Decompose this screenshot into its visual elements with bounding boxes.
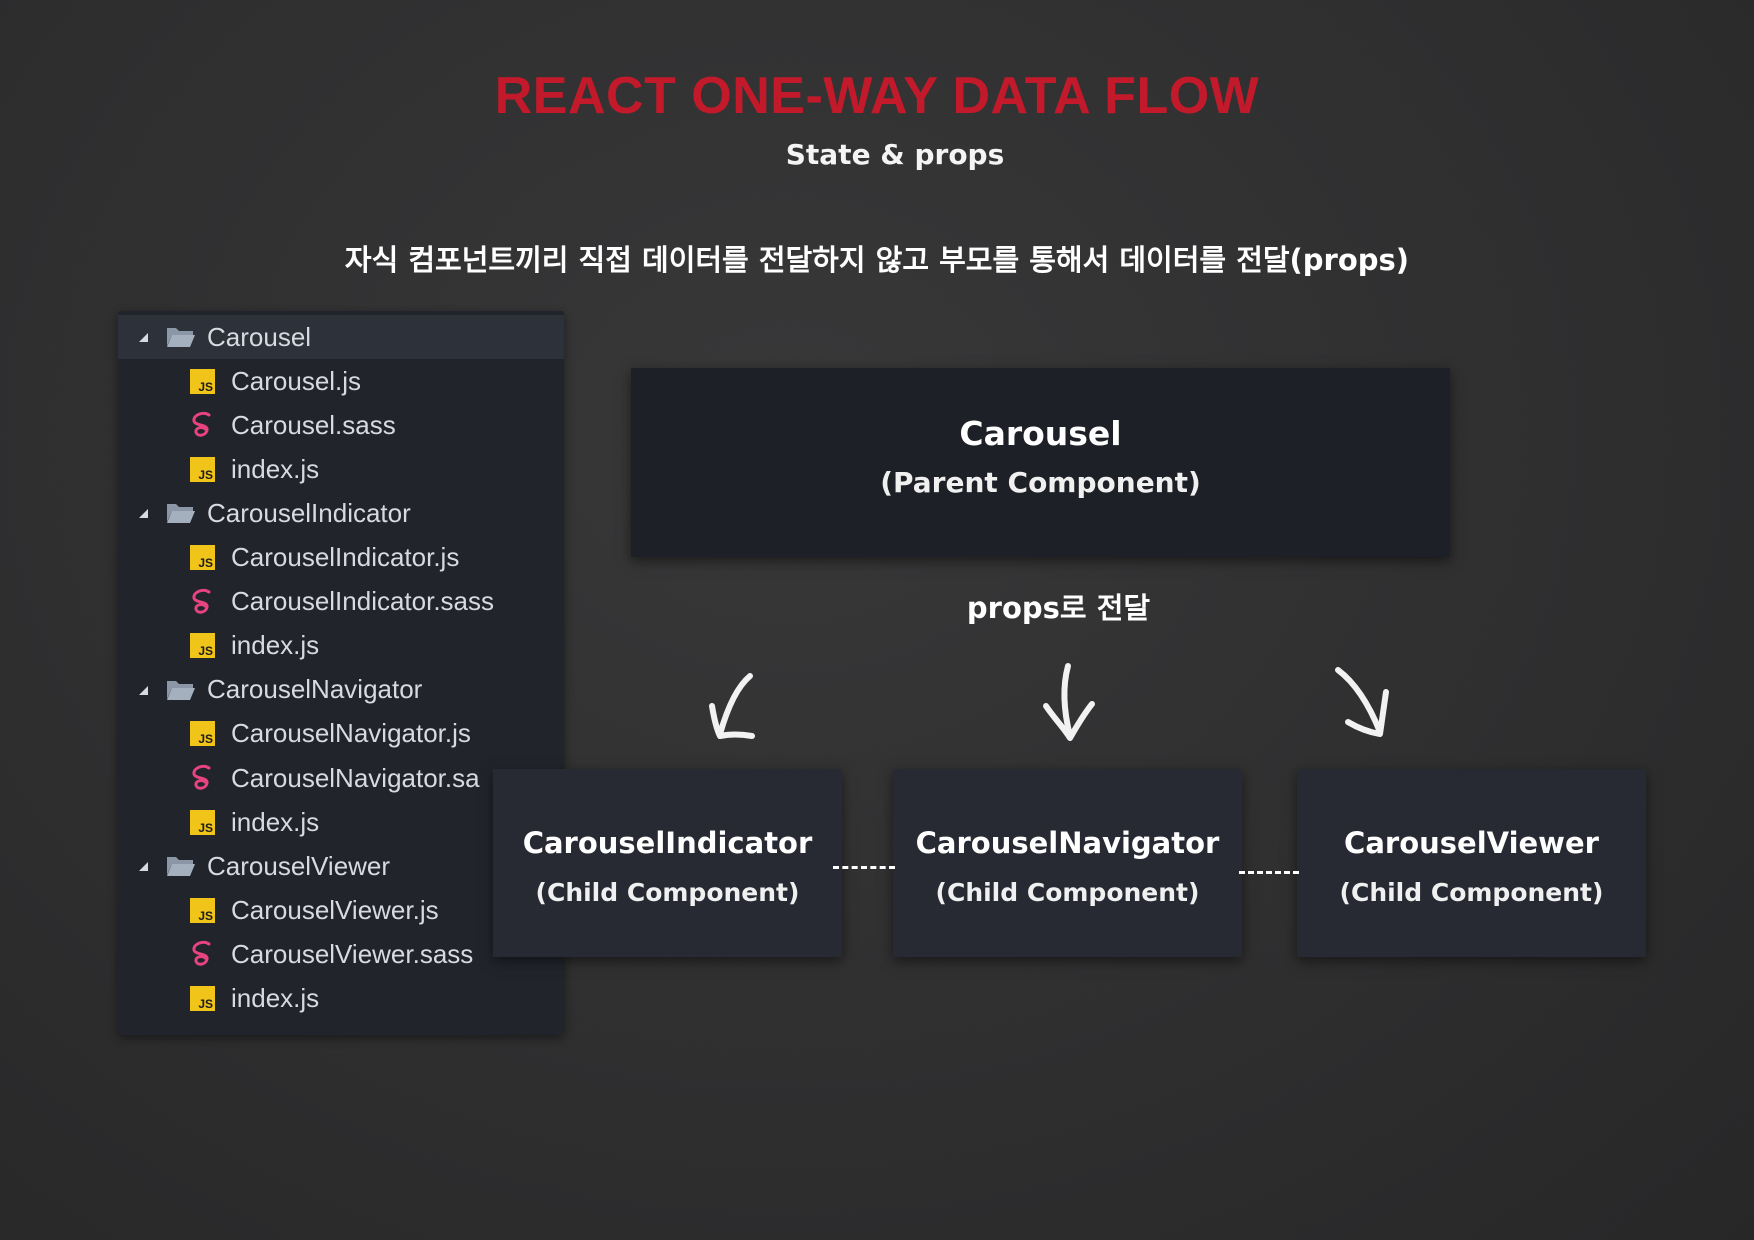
tree-folder-item[interactable]: CarouselIndicator [118,491,564,535]
tree-file-item[interactable]: JS CarouselIndicator.js [118,536,564,580]
js-file-icon: JS [190,800,215,844]
tree-file-item[interactable]: JS index.js [118,977,564,1021]
folder-label: CarouselIndicator [207,497,411,528]
file-label: CarouselNavigator.js [231,718,471,749]
page-subtitle: State & props [785,138,1005,171]
tree-file-item[interactable]: JS Carousel.js [118,359,564,403]
file-label: CarouselViewer.js [231,894,439,925]
child-component-title: CarouselViewer [1344,826,1599,860]
child-component-box-navigator: CarouselNavigator (Child Component) [893,769,1242,957]
file-label: CarouselIndicator.js [231,542,460,572]
sass-file-icon [190,580,216,624]
props-flow-label: props로 전달 [966,591,1151,625]
file-label: index.js [231,983,320,1013]
tree-file-item[interactable]: JS index.js [118,447,564,491]
file-label: index.js [231,630,320,661]
tree-file-item[interactable]: CarouselIndicator.sass [118,580,564,624]
folder-open-icon [166,668,196,712]
folder-open-icon [166,491,196,535]
child-component-subtitle: (Child Component) [1339,878,1604,907]
tree-folder-item[interactable]: Carousel [118,315,564,359]
js-file-icon: JS [190,624,215,668]
child-component-subtitle: (Child Component) [535,878,800,907]
js-file-icon: JS [190,359,215,403]
arrow-down-icon [1043,663,1095,741]
child-component-box-viewer: CarouselViewer (Child Component) [1297,769,1646,957]
tree-file-item[interactable]: JS CarouselNavigator.js [118,712,564,756]
js-file-icon: JS [190,888,215,932]
caret-down-icon[interactable] [136,668,150,712]
arrow-down-right-icon [1335,667,1389,737]
file-label: Carousel.js [231,365,362,396]
parent-component-title: Carousel [959,414,1122,453]
sass-file-icon [190,403,216,447]
sibling-dashed-connector [1239,871,1299,874]
js-file-icon: JS [190,536,215,580]
folder-label: CarouselNavigator [207,674,423,705]
file-label: index.js [231,806,320,837]
child-component-box-indicator: CarouselIndicator (Child Component) [493,769,842,957]
sass-file-icon [190,932,216,976]
description: 자식 컴포넌트끼리 직접 데이터를 전달하지 않고 부모를 통해서 데이터를 전… [344,243,1410,277]
folder-label: CarouselViewer [207,850,391,881]
arrow-down-left-icon [709,673,755,739]
js-file-icon: JS [190,712,215,756]
caret-down-icon[interactable] [136,491,150,535]
js-file-icon: JS [190,447,215,491]
folder-open-icon [166,844,196,888]
child-component-subtitle: (Child Component) [935,878,1200,907]
file-label: index.js [231,453,320,484]
child-component-title: CarouselIndicator [522,826,813,860]
file-label: CarouselIndicator.sass [231,586,495,617]
sibling-dashed-connector [833,866,895,869]
file-label: CarouselViewer.sass [231,938,474,969]
parent-component-subtitle: (Parent Component) [880,466,1201,499]
caret-down-icon[interactable] [136,844,150,888]
page-title: REACT ONE-WAY DATA FLOW [494,67,1260,125]
file-label: Carousel.sass [231,409,396,440]
js-file-icon: JS [190,977,215,1021]
sass-file-icon [190,756,216,800]
folder-open-icon [166,315,196,359]
tree-folder-item[interactable]: CarouselNavigator [118,668,564,712]
caret-down-icon[interactable] [136,315,150,359]
folder-label: Carousel [207,321,312,352]
child-component-title: CarouselNavigator [915,826,1220,860]
tree-file-item[interactable]: Carousel.sass [118,403,564,447]
file-label: CarouselNavigator.sa [231,762,480,793]
parent-component-box: Carousel (Parent Component) [631,368,1450,557]
tree-file-item[interactable]: JS index.js [118,624,564,668]
